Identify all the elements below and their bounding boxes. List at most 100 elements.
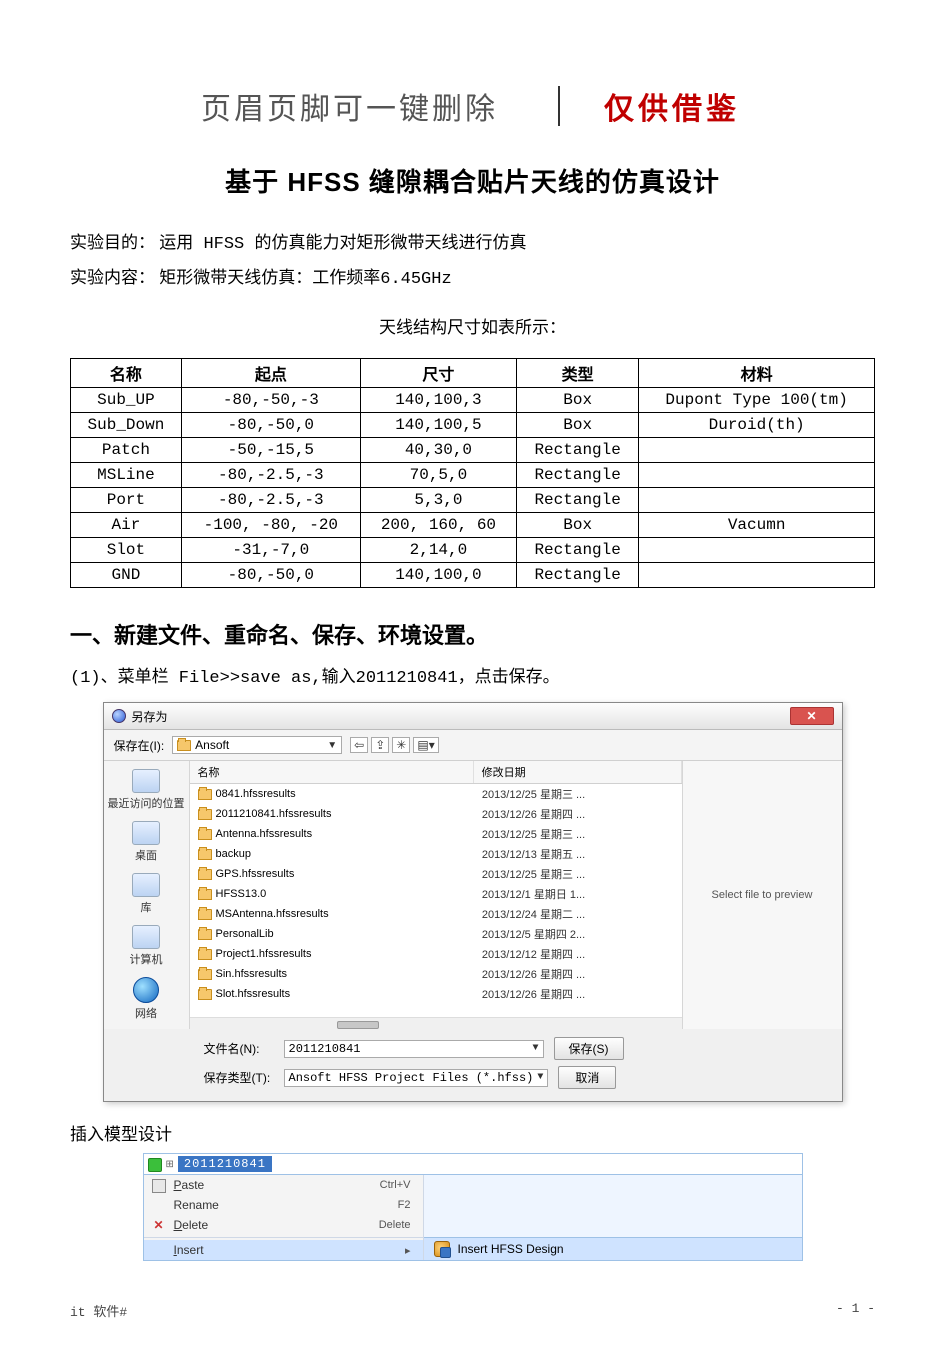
folder-icon bbox=[198, 849, 212, 860]
th-size: 尺寸 bbox=[360, 359, 516, 388]
save-button[interactable]: 保存(S) bbox=[554, 1037, 624, 1060]
file-date-cell: 2013/12/26 星期四 ... bbox=[474, 805, 682, 823]
save-in-value: Ansoft bbox=[195, 738, 229, 752]
folder-icon bbox=[198, 989, 212, 1000]
place-label: 网络 bbox=[135, 1005, 157, 1021]
file-row[interactable]: 2011210841.hfssresults2013/12/26 星期四 ... bbox=[190, 804, 682, 824]
cell-size: 5,3,0 bbox=[360, 488, 516, 513]
folder-icon bbox=[177, 740, 191, 751]
file-date-cell: 2013/12/1 星期日 1... bbox=[474, 885, 682, 903]
cell-name: MSLine bbox=[71, 463, 182, 488]
specs-table: 名称 起点 尺寸 类型 材料 Sub_UP-80,-50,-3140,100,3… bbox=[70, 358, 875, 588]
chevron-down-icon: ▼ bbox=[532, 1043, 538, 1054]
place-item[interactable]: 计算机 bbox=[130, 925, 163, 967]
cancel-button[interactable]: 取消 bbox=[558, 1066, 616, 1089]
file-row[interactable]: HFSS13.0 2013/12/1 星期日 1... bbox=[190, 884, 682, 904]
file-date-cell: 2013/12/25 星期三 ... bbox=[474, 865, 682, 883]
th-start: 起点 bbox=[181, 359, 360, 388]
col-name[interactable]: 名称 bbox=[190, 761, 474, 783]
dialog-nav-icons: ⇦ ⇪ ✳ ▤▾ bbox=[350, 737, 439, 753]
chevron-down-icon: ▼ bbox=[327, 740, 337, 751]
file-row[interactable]: 0841.hfssresults2013/12/25 星期三 ... bbox=[190, 784, 682, 804]
preview-pane: Select file to preview bbox=[682, 761, 842, 1029]
place-item[interactable]: 桌面 bbox=[132, 821, 160, 863]
del-icon: ✕ bbox=[152, 1219, 166, 1233]
header-divider bbox=[558, 86, 560, 126]
cell-start: -80,-2.5,-3 bbox=[181, 488, 360, 513]
file-date-cell: 2013/12/26 星期四 ... bbox=[474, 965, 682, 983]
th-material: 材料 bbox=[639, 359, 875, 388]
cell-material: Duroid(th) bbox=[639, 413, 875, 438]
file-row[interactable]: MSAntenna.hfssresults2013/12/24 星期二 ... bbox=[190, 904, 682, 924]
folder-icon bbox=[198, 889, 212, 900]
content-line: 实验内容： 矩形微带天线仿真：工作频率6.45GHz bbox=[70, 264, 875, 293]
file-row[interactable]: GPS.hfssresults2013/12/25 星期三 ... bbox=[190, 864, 682, 884]
menu-item-label: Delete bbox=[174, 1218, 209, 1232]
close-icon[interactable]: ✕ bbox=[790, 707, 834, 725]
cell-size: 140,100,3 bbox=[360, 388, 516, 413]
filename-input[interactable]: 2011210841 ▼ bbox=[284, 1040, 544, 1058]
dialog-title-text: 另存为 bbox=[132, 708, 168, 725]
file-row[interactable]: Antenna.hfssresults2013/12/25 星期三 ... bbox=[190, 824, 682, 844]
file-name-cell: Slot.hfssresults bbox=[190, 985, 474, 1003]
cell-name: Sub_UP bbox=[71, 388, 182, 413]
cell-type: Rectangle bbox=[517, 488, 639, 513]
place-icon bbox=[132, 821, 160, 845]
insert-hfss-design-item[interactable]: Insert HFSS Design bbox=[424, 1237, 802, 1260]
place-item[interactable]: 网络 bbox=[133, 977, 159, 1021]
view-menu-icon[interactable]: ▤▾ bbox=[413, 737, 438, 753]
menu-shortcut: F2 bbox=[398, 1199, 411, 1211]
cell-name: GND bbox=[71, 563, 182, 588]
file-row[interactable]: Sin.hfssresults2013/12/26 星期四 ... bbox=[190, 964, 682, 984]
cell-type: Box bbox=[517, 513, 639, 538]
file-date-cell: 2013/12/25 星期三 ... bbox=[474, 785, 682, 803]
cell-size: 140,100,5 bbox=[360, 413, 516, 438]
chevron-down-icon: ▼ bbox=[537, 1072, 543, 1083]
table-row: GND-80,-50,0140,100,0Rectangle bbox=[71, 563, 875, 588]
cell-type: Rectangle bbox=[517, 463, 639, 488]
file-name-cell: PersonalLib bbox=[190, 925, 474, 943]
cell-material bbox=[639, 463, 875, 488]
file-name-cell: backup bbox=[190, 845, 474, 863]
cell-name: Slot bbox=[71, 538, 182, 563]
place-label: 计算机 bbox=[130, 951, 163, 967]
file-name-cell: HFSS13.0 bbox=[190, 885, 474, 903]
menu-shortcut: Ctrl+V bbox=[380, 1179, 411, 1191]
context-submenu-area: Insert HFSS Design bbox=[424, 1175, 802, 1260]
file-name-cell: Sin.hfssresults bbox=[190, 965, 474, 983]
selected-project-node[interactable]: 2011210841 bbox=[178, 1156, 272, 1172]
up-icon[interactable]: ⇪ bbox=[371, 737, 389, 753]
file-date-cell: 2013/12/13 星期五 ... bbox=[474, 845, 682, 863]
header-left-text: 页眉页脚可一键删除 bbox=[191, 80, 528, 132]
file-name-cell: GPS.hfssresults bbox=[190, 865, 474, 883]
new-folder-icon[interactable]: ✳ bbox=[392, 737, 410, 753]
menu-item-delete[interactable]: ✕ Delete Delete bbox=[144, 1215, 423, 1235]
file-name: HFSS13.0 bbox=[216, 888, 267, 900]
step-1-text: (1)、菜单栏 File>>save as,输入2011210841，点击保存。 bbox=[70, 662, 875, 688]
save-in-combo[interactable]: Ansoft ▼ bbox=[172, 736, 342, 754]
folder-icon bbox=[198, 909, 212, 920]
cell-size: 40,30,0 bbox=[360, 438, 516, 463]
menu-item-paste[interactable]: PasteCtrl+V bbox=[144, 1175, 423, 1195]
menu-shortcut: Delete bbox=[379, 1219, 411, 1231]
file-row[interactable]: Slot.hfssresults2013/12/26 星期四 ... bbox=[190, 984, 682, 1004]
menu-item-rename[interactable]: RenameF2 bbox=[144, 1195, 423, 1215]
table-row: Air-100, -80, -20200, 160, 60BoxVacumn bbox=[71, 513, 875, 538]
cell-material bbox=[639, 538, 875, 563]
cell-size: 200, 160, 60 bbox=[360, 513, 516, 538]
filetype-combo[interactable]: Ansoft HFSS Project Files (*.hfss) ▼ bbox=[284, 1069, 549, 1087]
footer-left: it 软件# bbox=[70, 1301, 127, 1320]
back-icon[interactable]: ⇦ bbox=[350, 737, 368, 753]
file-row[interactable]: PersonalLib2013/12/5 星期四 2... bbox=[190, 924, 682, 944]
horizontal-scrollbar[interactable] bbox=[190, 1017, 682, 1029]
table-caption: 天线结构尺寸如表所示： bbox=[70, 313, 875, 338]
place-item[interactable]: 库 bbox=[132, 873, 160, 915]
file-row[interactable]: backup2013/12/13 星期五 ... bbox=[190, 844, 682, 864]
cell-start: -31,-7,0 bbox=[181, 538, 360, 563]
file-name: Antenna.hfssresults bbox=[216, 828, 313, 840]
place-item[interactable]: 最近访问的位置 bbox=[108, 769, 185, 811]
table-row: Sub_UP-80,-50,-3140,100,3BoxDupont Type … bbox=[71, 388, 875, 413]
col-date[interactable]: 修改日期 bbox=[474, 761, 682, 783]
file-row[interactable]: Project1.hfssresults2013/12/12 星期四 ... bbox=[190, 944, 682, 964]
menu-item-insert[interactable]: Insert▸ bbox=[144, 1240, 423, 1260]
